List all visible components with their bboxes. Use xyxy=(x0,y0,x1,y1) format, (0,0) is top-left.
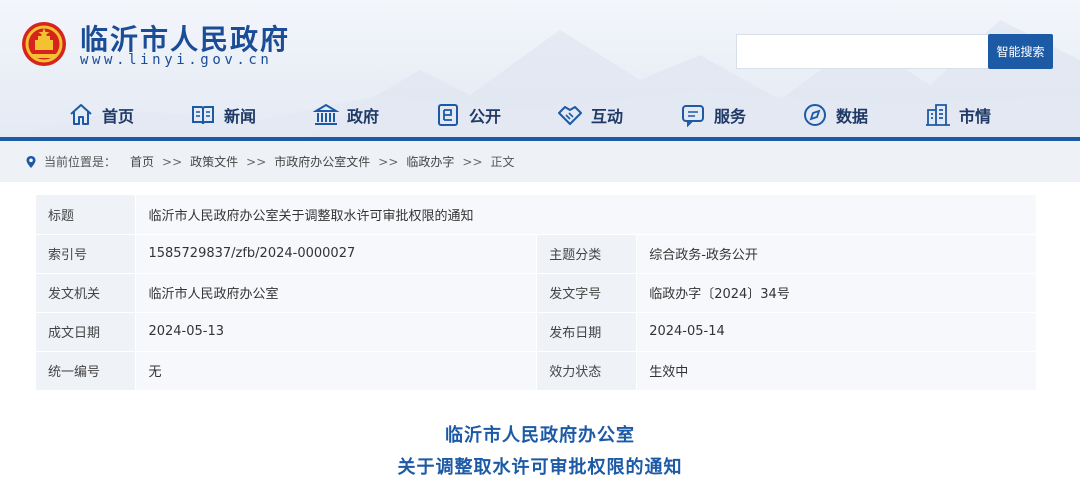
breadcrumb-strip: 当前位置是： 首页 >> 政策文件 >> 市政府办公室文件 >> 临政办字 >>… xyxy=(0,141,1080,182)
location-pin-icon xyxy=(26,155,36,168)
breadcrumb-link-office-docs[interactable]: 市政府办公室文件 xyxy=(274,153,370,170)
nav-label: 互动 xyxy=(591,107,624,126)
table-row: 成文日期 2024-05-13 发布日期 2024-05-14 xyxy=(36,312,1037,352)
meta-value: 临沂市人民政府办公室 xyxy=(135,273,538,313)
site-url: www.linyi.gov.cn xyxy=(80,52,273,68)
city-building-icon xyxy=(926,104,950,126)
breadcrumb-separator: >> xyxy=(462,154,483,169)
nav-label: 服务 xyxy=(714,107,747,126)
meta-key: 效力状态 xyxy=(536,351,638,391)
nav-label: 市情 xyxy=(959,107,992,126)
meta-key: 主题分类 xyxy=(536,234,638,274)
table-row: 统一编号 无 效力状态 生效中 xyxy=(36,351,1037,391)
breadcrumb-separator: >> xyxy=(246,154,267,169)
meta-value: 2024-05-13 xyxy=(135,312,538,352)
document-metadata-table: 标题 临沂市人民政府办公室关于调整取水许可审批权限的通知 索引号 1585729… xyxy=(36,195,1037,391)
newspaper-icon xyxy=(192,106,214,125)
meta-key: 发布日期 xyxy=(536,312,638,352)
table-row: 发文机关 临沂市人民政府办公室 发文字号 临政办字〔2024〕34号 xyxy=(36,273,1037,313)
meta-value: 生效中 xyxy=(636,351,1037,391)
breadcrumb-separator: >> xyxy=(162,154,183,169)
breadcrumb-link-linzhengban[interactable]: 临政办字 xyxy=(406,153,454,170)
site-header: 临沂市人民政府 www.linyi.gov.cn 智能搜索 首页 新闻 政府 公… xyxy=(0,0,1080,140)
nav-label: 公开 xyxy=(469,107,502,126)
handshake-icon xyxy=(558,106,582,125)
nav-item-interaction[interactable]: 互动 xyxy=(557,96,623,134)
meta-value: 1585729837/zfb/2024-0000027 xyxy=(135,234,538,274)
national-emblem-icon xyxy=(22,22,66,66)
nav-label: 数据 xyxy=(836,107,869,126)
search-input[interactable] xyxy=(736,34,988,69)
nav-item-home[interactable]: 首页 xyxy=(68,96,134,134)
nav-label: 新闻 xyxy=(224,107,257,126)
nav-item-news[interactable]: 新闻 xyxy=(190,96,256,134)
breadcrumb-label: 当前位置是： xyxy=(44,155,117,169)
main-nav: 首页 新闻 政府 公开 互动 服务 数据 市情 xyxy=(0,96,1080,134)
nav-item-public[interactable]: 公开 xyxy=(435,96,501,134)
breadcrumb-link-home[interactable]: 首页 xyxy=(130,153,154,170)
meta-key: 发文字号 xyxy=(536,273,638,313)
data-compass-icon xyxy=(804,104,826,126)
nav-item-government[interactable]: 政府 xyxy=(313,96,379,134)
document-title-line2: 关于调整取水许可审批权限的通知 xyxy=(397,457,683,478)
government-building-icon xyxy=(313,103,339,125)
breadcrumb-link-policy[interactable]: 政策文件 xyxy=(190,153,238,170)
meta-value: 综合政务-政务公开 xyxy=(636,234,1037,274)
breadcrumb-current: 正文 xyxy=(490,155,515,169)
breadcrumb: 当前位置是： 首页 >> 政策文件 >> 市政府办公室文件 >> 临政办字 >>… xyxy=(24,141,515,182)
table-row: 标题 临沂市人民政府办公室关于调整取水许可审批权限的通知 xyxy=(36,195,1037,235)
document-title-line1: 临沂市人民政府办公室 xyxy=(445,425,635,446)
smart-search-button[interactable]: 智能搜索 xyxy=(988,34,1053,69)
public-info-icon xyxy=(438,104,458,126)
meta-key: 成文日期 xyxy=(36,312,137,352)
table-row: 索引号 1585729837/zfb/2024-0000027 主题分类 综合政… xyxy=(36,234,1037,274)
nav-item-city[interactable]: 市情 xyxy=(925,96,991,134)
nav-label: 首页 xyxy=(102,107,135,126)
meta-value: 无 xyxy=(135,351,538,391)
nav-item-data[interactable]: 数据 xyxy=(802,96,868,134)
meta-key: 索引号 xyxy=(36,234,137,274)
meta-value-title: 临沂市人民政府办公室关于调整取水许可审批权限的通知 xyxy=(135,195,1037,235)
nav-item-service[interactable]: 服务 xyxy=(680,96,746,134)
home-icon xyxy=(70,104,92,125)
meta-key: 发文机关 xyxy=(36,273,137,313)
meta-value: 2024-05-14 xyxy=(636,312,1037,352)
nav-label: 政府 xyxy=(347,107,380,126)
meta-key-title: 标题 xyxy=(36,195,137,235)
service-chat-icon xyxy=(682,105,704,128)
breadcrumb-separator: >> xyxy=(378,154,399,169)
meta-value: 临政办字〔2024〕34号 xyxy=(636,273,1037,313)
meta-key: 统一编号 xyxy=(36,351,137,391)
